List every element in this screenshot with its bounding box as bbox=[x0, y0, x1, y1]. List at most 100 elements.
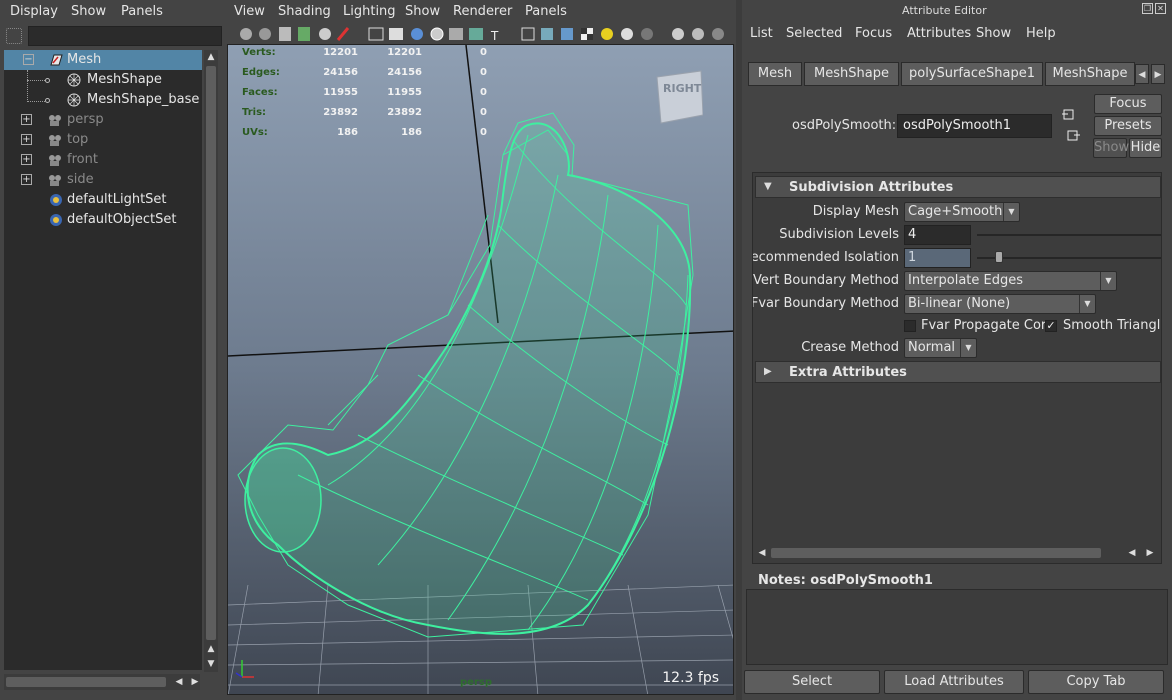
attribute-horizontal-scrollbar[interactable]: ◀ ◀ ▶ bbox=[755, 545, 1159, 561]
display-mesh-dropdown[interactable]: Cage+Smooth ▼ bbox=[904, 202, 1020, 222]
mesh-transform-icon bbox=[50, 54, 63, 66]
ae-menu-list[interactable]: List bbox=[750, 26, 773, 41]
ae-menu-show[interactable]: Show bbox=[976, 26, 1011, 41]
hud-value: 12201 bbox=[323, 47, 358, 58]
outliner-item-label: defaultObjectSet bbox=[67, 212, 177, 227]
ae-menu-help[interactable]: Help bbox=[1026, 26, 1056, 41]
ae-menu-focus[interactable]: Focus bbox=[855, 26, 892, 41]
outliner-search-input[interactable] bbox=[28, 26, 222, 46]
collapse-triangle-icon[interactable]: ▼ bbox=[764, 182, 774, 192]
load-attributes-button[interactable]: Load Attributes bbox=[884, 670, 1024, 694]
sphere-icon bbox=[621, 28, 633, 40]
hide-button[interactable]: Hide bbox=[1129, 138, 1162, 158]
expand-icon[interactable]: + bbox=[21, 174, 32, 185]
viewport-menu-shading[interactable]: Shading bbox=[278, 4, 331, 19]
filter-icon[interactable] bbox=[6, 28, 22, 44]
fvar-propagate-checkbox[interactable] bbox=[904, 320, 916, 332]
outliner-item-defaultlightset[interactable]: defaultLightSet bbox=[4, 190, 202, 210]
camera-icon bbox=[49, 135, 61, 146]
hud-value: 12201 bbox=[387, 47, 422, 58]
focus-button[interactable]: Focus bbox=[1094, 94, 1162, 114]
outliner-menu-display[interactable]: Display bbox=[10, 4, 58, 19]
viewport-menu-show[interactable]: Show bbox=[405, 4, 440, 19]
outliner-vertical-scrollbar[interactable]: ▲ ▲ ▼ bbox=[204, 50, 218, 672]
slider-handle[interactable] bbox=[995, 251, 1004, 263]
smooth-triangles-checkbox[interactable]: ✓ bbox=[1045, 320, 1057, 332]
attribute-scroll-area[interactable]: ▼ Subdivision Attributes Display Mesh Ca… bbox=[752, 172, 1162, 564]
subdivision-levels-slider[interactable] bbox=[977, 234, 1161, 236]
outliner-item-label: MeshShape_base bbox=[87, 92, 200, 107]
scroll-down-icon[interactable]: ▼ bbox=[204, 657, 218, 671]
scroll-thumb[interactable] bbox=[6, 677, 166, 687]
text-icon: T bbox=[490, 29, 499, 43]
viewport-menubar: View Shading Lighting Show Renderer Pane… bbox=[226, 0, 736, 24]
hud-label: Faces: bbox=[242, 87, 278, 98]
node-name-label: osdPolySmooth: bbox=[792, 118, 897, 133]
outliner-menu-panels[interactable]: Panels bbox=[121, 4, 163, 19]
ae-menu-selected[interactable]: Selected bbox=[786, 26, 842, 41]
tab-polysurfaceshape1[interactable]: polySurfaceShape1 bbox=[901, 62, 1043, 86]
outliner-item-mesh[interactable]: − Mesh bbox=[4, 50, 202, 70]
crease-method-dropdown[interactable]: Normal ▼ bbox=[904, 338, 977, 358]
scroll-thumb[interactable] bbox=[771, 548, 1101, 558]
recommended-isolation-field[interactable]: 1 bbox=[904, 248, 971, 268]
vert-boundary-dropdown[interactable]: Interpolate Edges ▼ bbox=[904, 271, 1117, 291]
outliner-item-side[interactable]: + side bbox=[4, 170, 202, 190]
tab-scroll-right-icon[interactable]: ▶ bbox=[1151, 64, 1165, 84]
cube-shaded-icon bbox=[541, 28, 553, 40]
select-button[interactable]: Select bbox=[744, 670, 880, 694]
expand-icon[interactable]: + bbox=[21, 134, 32, 145]
viewport-menu-panels[interactable]: Panels bbox=[525, 4, 567, 19]
fvar-boundary-dropdown[interactable]: Bi-linear (None) ▼ bbox=[904, 294, 1096, 314]
outliner-menu-show[interactable]: Show bbox=[71, 4, 106, 19]
scroll-right-icon[interactable]: ▶ bbox=[1143, 546, 1157, 560]
textured-icon bbox=[430, 27, 444, 41]
outliner-item-front[interactable]: + front bbox=[4, 150, 202, 170]
viewport-menu-lighting[interactable]: Lighting bbox=[343, 4, 396, 19]
recommended-isolation-slider[interactable] bbox=[977, 257, 1161, 259]
view-cube[interactable]: RIGHT bbox=[655, 67, 704, 125]
scroll-thumb[interactable] bbox=[206, 66, 216, 640]
3d-viewport[interactable]: Verts: 12201 12201 0 Edges: 24156 24156 … bbox=[227, 44, 734, 695]
expand-icon[interactable]: + bbox=[21, 154, 32, 165]
section-extra-attributes[interactable]: ▶ Extra Attributes bbox=[755, 361, 1161, 383]
viewport-menu-renderer[interactable]: Renderer bbox=[453, 4, 512, 19]
section-title: Extra Attributes bbox=[789, 365, 907, 380]
input-connection-icon[interactable] bbox=[1062, 107, 1076, 121]
ae-menu-attributes[interactable]: Attributes bbox=[907, 26, 971, 41]
expand-icon[interactable]: + bbox=[21, 114, 32, 125]
show-button[interactable]: Show bbox=[1093, 138, 1129, 158]
output-connection-icon[interactable] bbox=[1066, 128, 1080, 142]
outliner-item-meshshape[interactable]: MeshShape bbox=[4, 70, 202, 90]
viewport-menu-view[interactable]: View bbox=[234, 4, 265, 19]
copy-tab-button[interactable]: Copy Tab bbox=[1028, 670, 1164, 694]
node-name-field[interactable]: osdPolySmooth1 bbox=[897, 114, 1052, 138]
section-subdivision-attributes[interactable]: ▼ Subdivision Attributes bbox=[755, 176, 1161, 198]
outliner-item-defaultobjectset[interactable]: defaultObjectSet bbox=[4, 210, 202, 230]
scroll-right-icon[interactable]: ▶ bbox=[188, 675, 202, 689]
outliner-horizontal-scrollbar[interactable]: ◀ ▶ bbox=[4, 674, 200, 690]
scroll-left-icon[interactable]: ◀ bbox=[1125, 546, 1139, 560]
scroll-up-icon[interactable]: ▲ bbox=[204, 50, 218, 64]
notes-textarea[interactable] bbox=[746, 589, 1168, 665]
scroll-left-icon[interactable]: ◀ bbox=[172, 675, 186, 689]
tab-meshshape[interactable]: MeshShape bbox=[804, 62, 899, 86]
outliner-item-top[interactable]: + top bbox=[4, 130, 202, 150]
subdivision-levels-field[interactable]: 4 bbox=[904, 225, 971, 245]
notes-label: Notes: osdPolySmooth1 bbox=[758, 573, 933, 588]
hud-value: 24156 bbox=[387, 67, 422, 78]
mesh-wireframe[interactable] bbox=[237, 112, 694, 638]
section-title: Subdivision Attributes bbox=[789, 180, 954, 195]
tab-scroll-left-icon[interactable]: ◀ bbox=[1135, 64, 1149, 84]
presets-button[interactable]: Presets bbox=[1094, 116, 1162, 136]
outliner-item-meshshape-base[interactable]: MeshShape_base bbox=[4, 90, 202, 110]
float-window-icon[interactable]: ❐ bbox=[1142, 3, 1153, 14]
expand-triangle-icon[interactable]: ▶ bbox=[764, 367, 774, 377]
tab-meshshape-2[interactable]: MeshShape bbox=[1045, 62, 1135, 86]
tab-mesh[interactable]: Mesh bbox=[748, 62, 802, 86]
scroll-left-icon[interactable]: ◀ bbox=[755, 546, 769, 560]
close-icon[interactable]: ✕ bbox=[1155, 3, 1166, 14]
scroll-up-icon[interactable]: ▲ bbox=[204, 642, 218, 656]
outliner-item-persp[interactable]: + persp bbox=[4, 110, 202, 130]
collapse-icon[interactable]: − bbox=[23, 54, 34, 65]
